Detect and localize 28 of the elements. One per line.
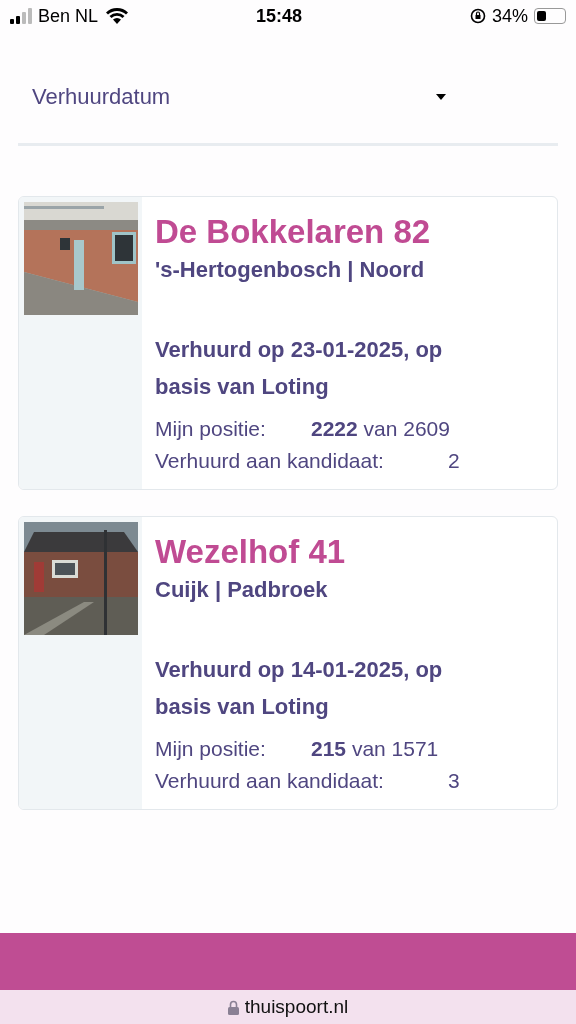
battery-icon	[534, 8, 566, 24]
position-value: 215 van 1571	[311, 736, 439, 762]
rental-info: Verhuurd op 14-01-2025, op basis van Loting	[155, 656, 444, 721]
carrier-name: Ben NL	[38, 4, 99, 28]
listing-card[interactable]: De Bokkelaren 82 's-Hertogenbosch | Noord Verhuurd op 23-01-2025, op basis van Loting Mijn positie: 2222 van 2609 Verhuurd aan kandidaat: 2	[18, 196, 558, 490]
sort-dropdown[interactable]: Verhuurdatum	[18, 80, 558, 146]
clock: 15:48	[255, 4, 304, 28]
position-label: Mijn positie:	[155, 736, 267, 762]
position-value: 2222 van 2609	[311, 416, 450, 442]
candidate-label: Verhuurd aan kandidaat:	[155, 448, 385, 474]
candidate-value: 3	[448, 768, 460, 794]
candidate-label: Verhuurd aan kandidaat:	[155, 768, 385, 794]
rental-info: Verhuurd op 23-01-2025, op basis van Loting	[155, 336, 444, 401]
position-label: Mijn positie:	[155, 416, 267, 442]
listing-location: Cuijk | Padbroek	[155, 576, 329, 604]
browser-address-bar[interactable]: thuispoort.nl	[0, 990, 576, 1024]
caret-icon	[436, 93, 446, 100]
candidate-value: 2	[448, 448, 460, 474]
rotation-lock-icon	[469, 8, 486, 24]
lock-icon	[227, 999, 239, 1015]
wifi-icon	[106, 8, 129, 24]
listing-title[interactable]: De Bokkelaren 82	[155, 209, 545, 255]
url-text: thuispoort.nl	[244, 994, 349, 1019]
battery-percentage: 34%	[491, 4, 528, 28]
signal-icon	[10, 8, 32, 24]
listing-card[interactable]: Wezelhof 41 Cuijk | Padbroek Verhuurd op 14-01-2025, op basis van Loting Mijn positie: 215 van 1571 Verhuurd aan kandidaat: 3	[18, 516, 558, 810]
listing-location: 's-Hertogenbosch | Noord	[155, 256, 426, 284]
listing-title[interactable]: Wezelhof 41	[155, 529, 545, 575]
